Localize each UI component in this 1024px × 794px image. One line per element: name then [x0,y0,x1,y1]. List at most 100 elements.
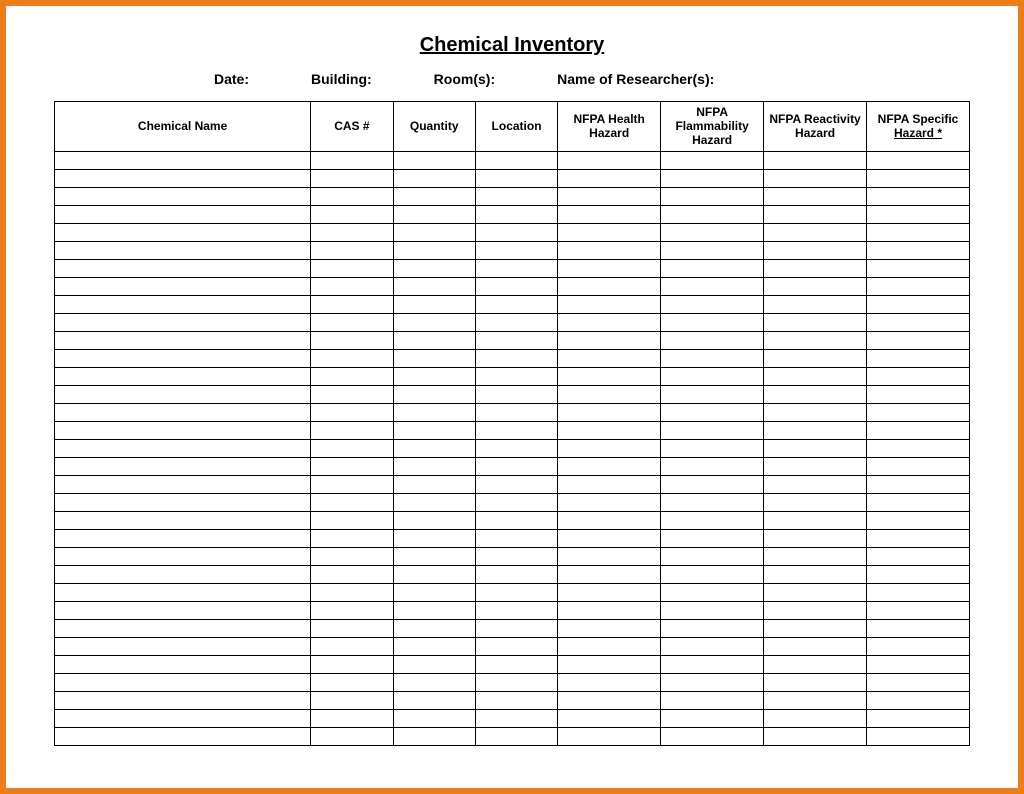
table-cell [764,170,867,188]
table-cell [661,548,764,566]
table-cell [661,386,764,404]
table-cell [55,386,311,404]
table-cell [475,206,557,224]
table-cell [55,674,311,692]
table-cell [661,728,764,746]
table-cell [867,638,970,656]
table-row [55,476,970,494]
table-row [55,656,970,674]
col-nfpa-flammability: NFPA Flammability Hazard [661,102,764,152]
table-cell [764,350,867,368]
table-cell [867,386,970,404]
table-cell [661,584,764,602]
table-cell [475,422,557,440]
table-cell [867,530,970,548]
table-cell [55,710,311,728]
rooms-label: Room(s): [434,71,495,87]
table-cell [55,656,311,674]
table-cell [55,170,311,188]
table-cell [764,728,867,746]
table-cell [55,620,311,638]
table-cell [55,314,311,332]
table-cell [661,638,764,656]
table-cell [764,260,867,278]
table-row [55,692,970,710]
table-cell [475,692,557,710]
table-cell [475,620,557,638]
table-cell [311,494,393,512]
table-cell [661,404,764,422]
table-cell [661,512,764,530]
table-cell [393,620,475,638]
table-cell [661,476,764,494]
table-cell [55,458,311,476]
col-nfpa-health: NFPA Health Hazard [558,102,661,152]
table-cell [311,584,393,602]
table-cell [558,440,661,458]
table-row [55,404,970,422]
table-cell [558,242,661,260]
table-cell [311,476,393,494]
table-cell [475,224,557,242]
table-cell [867,566,970,584]
table-cell [764,548,867,566]
table-row [55,350,970,368]
table-row [55,296,970,314]
table-cell [393,566,475,584]
table-cell [867,224,970,242]
table-cell [867,602,970,620]
table-cell [311,206,393,224]
table-row [55,674,970,692]
table-cell [311,314,393,332]
table-cell [867,170,970,188]
table-row [55,368,970,386]
table-cell [867,206,970,224]
table-cell [55,206,311,224]
table-cell [55,350,311,368]
table-cell [764,602,867,620]
document-frame: Chemical Inventory Date: Building: Room(… [0,0,1024,794]
table-cell [393,476,475,494]
table-cell [475,368,557,386]
table-cell [393,692,475,710]
table-cell [764,368,867,386]
table-row [55,206,970,224]
table-cell [475,602,557,620]
table-cell [393,296,475,314]
table-cell [661,422,764,440]
table-cell [311,224,393,242]
table-cell [661,674,764,692]
table-cell [393,224,475,242]
table-row [55,278,970,296]
nfpa-specific-text: NFPA Specific [878,112,959,126]
table-cell [311,368,393,386]
table-cell [393,674,475,692]
table-cell [55,368,311,386]
table-cell [475,296,557,314]
table-cell [764,710,867,728]
table-cell [764,152,867,170]
table-cell [393,386,475,404]
table-cell [661,440,764,458]
table-cell [661,620,764,638]
table-cell [558,566,661,584]
table-cell [55,404,311,422]
table-cell [311,332,393,350]
table-cell [475,656,557,674]
table-cell [558,332,661,350]
table-cell [475,242,557,260]
table-cell [558,584,661,602]
table-cell [661,206,764,224]
table-row [55,188,970,206]
table-cell [475,440,557,458]
table-cell [867,296,970,314]
table-cell [475,404,557,422]
table-cell [311,260,393,278]
table-cell [764,494,867,512]
table-cell [311,530,393,548]
table-cell [393,350,475,368]
table-cell [764,674,867,692]
table-cell [311,152,393,170]
table-cell [475,674,557,692]
table-cell [55,188,311,206]
